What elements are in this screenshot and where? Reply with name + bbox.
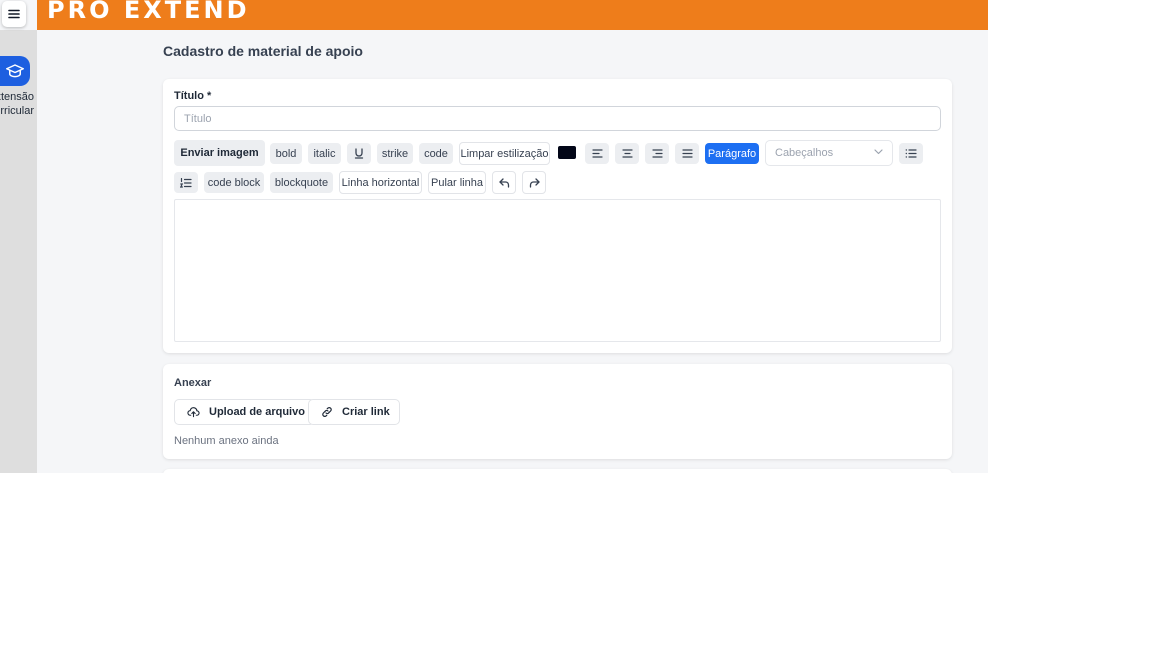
- hard-break-button[interactable]: Pular linha: [428, 171, 486, 194]
- top-bar: PRO EXTEND: [37, 0, 988, 30]
- sidebar-label-line1: Extensão: [0, 91, 34, 103]
- align-justify-button[interactable]: [675, 143, 699, 164]
- next-section-card: [163, 469, 952, 473]
- hamburger-menu-icon: [8, 9, 20, 19]
- title-input[interactable]: [174, 106, 941, 131]
- align-left-icon: [591, 149, 603, 158]
- bullet-list-icon: [905, 149, 917, 158]
- redo-button[interactable]: [522, 171, 546, 194]
- underline-button[interactable]: [347, 143, 371, 164]
- attachments-title: Anexar: [174, 377, 212, 389]
- align-justify-icon: [681, 149, 693, 158]
- sidebar-label-line2: Curricular: [0, 105, 34, 117]
- align-center-icon: [621, 149, 633, 158]
- headings-select-value: Cabeçalhos: [775, 147, 834, 159]
- app-root: Extensão Curricular PRO EXTEND Cadastro …: [0, 0, 988, 473]
- code-block-button[interactable]: code block: [204, 172, 264, 193]
- align-right-button[interactable]: [645, 143, 669, 164]
- material-form-card: Título * Enviar imagem bold italic strik…: [163, 79, 952, 353]
- sidebar-item-extensao-curricular[interactable]: [0, 56, 30, 86]
- align-left-button[interactable]: [585, 143, 609, 164]
- bold-button[interactable]: bold: [270, 143, 302, 164]
- ordered-list-button[interactable]: [174, 172, 198, 193]
- blockquote-button[interactable]: blockquote: [270, 172, 333, 193]
- upload-file-label: Upload de arquivo: [209, 406, 305, 418]
- clear-formatting-button[interactable]: Limpar estilização: [459, 142, 550, 165]
- undo-icon: [498, 177, 510, 188]
- text-color-picker[interactable]: [558, 146, 576, 159]
- page-title: Cadastro de material de apoio: [163, 43, 363, 59]
- chevron-down-icon: [874, 149, 883, 155]
- paragraph-button[interactable]: Parágrafo: [705, 143, 759, 164]
- title-field-label: Título *: [174, 90, 212, 102]
- ordered-list-icon: [180, 177, 192, 188]
- headings-select[interactable]: Cabeçalhos: [765, 140, 893, 166]
- align-center-button[interactable]: [615, 143, 639, 164]
- cloud-upload-icon: [187, 406, 200, 418]
- sidebar: Extensão Curricular: [0, 30, 37, 473]
- underline-icon: [354, 148, 364, 159]
- horizontal-rule-button[interactable]: Linha horizontal: [339, 171, 422, 194]
- upload-file-button[interactable]: Upload de arquivo: [174, 399, 315, 425]
- menu-toggle-button[interactable]: [2, 1, 26, 27]
- no-attachments-text: Nenhum anexo ainda: [174, 435, 279, 447]
- bullet-list-button[interactable]: [899, 143, 923, 164]
- brand-logo[interactable]: PRO EXTEND: [47, 0, 250, 23]
- create-link-label: Criar link: [342, 406, 390, 418]
- rich-text-editor[interactable]: [174, 199, 941, 342]
- create-link-button[interactable]: Criar link: [308, 399, 400, 425]
- redo-icon: [529, 177, 540, 188]
- undo-button[interactable]: [492, 171, 516, 194]
- attachments-card: Anexar Upload de arquivo Criar link Nenh…: [163, 364, 952, 459]
- send-image-button[interactable]: Enviar imagem: [174, 140, 265, 166]
- strike-button[interactable]: strike: [377, 143, 413, 164]
- link-icon: [321, 406, 333, 418]
- sidebar-item-label: Extensão Curricular: [0, 90, 34, 118]
- code-button[interactable]: code: [419, 143, 453, 164]
- graduation-cap-icon: [6, 63, 24, 79]
- align-right-icon: [651, 149, 663, 158]
- italic-button[interactable]: italic: [308, 143, 341, 164]
